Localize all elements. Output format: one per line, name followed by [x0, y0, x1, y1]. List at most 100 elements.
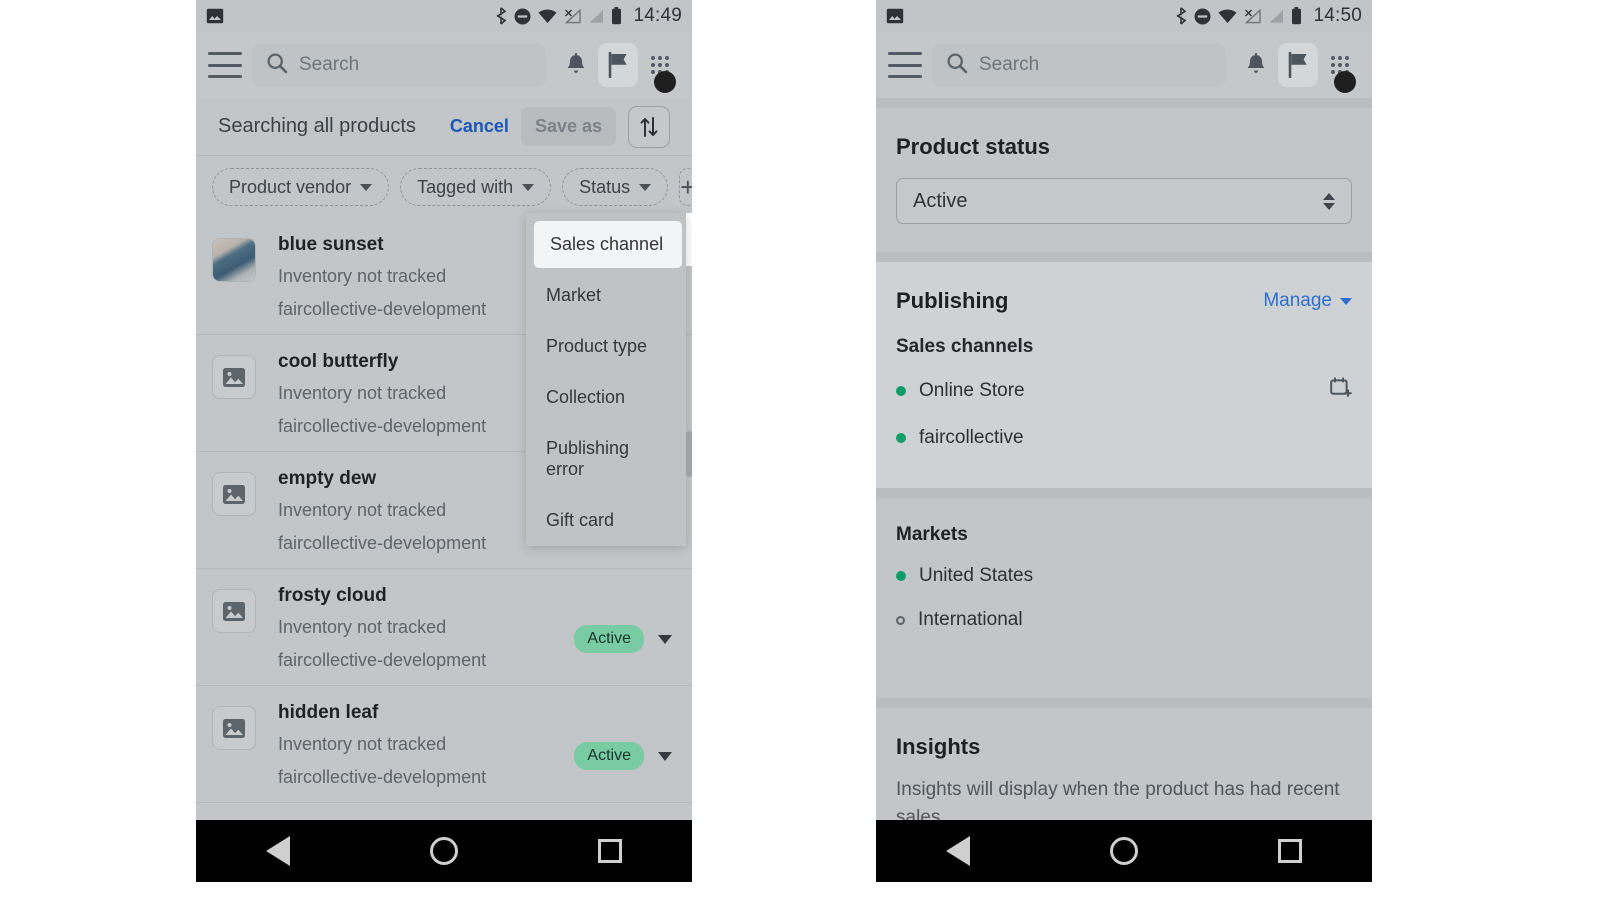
flag-icon[interactable]: [1278, 43, 1318, 87]
wifi-icon: [538, 9, 557, 24]
search-context-bar: Searching all products Cancel Save as: [196, 98, 692, 156]
filter-pill-row: Product vendor Tagged with Status +: [196, 156, 692, 218]
filter-label: Tagged with: [417, 176, 514, 197]
menu-item-market[interactable]: Market: [526, 270, 686, 321]
bluetooth-icon: [1175, 7, 1187, 25]
market-label: International: [918, 609, 1023, 630]
android-nav-bar: [876, 820, 1372, 882]
wifi-icon: [1218, 9, 1237, 24]
image-placeholder-icon: [212, 472, 256, 516]
menu-item-collection[interactable]: Collection: [526, 372, 686, 423]
publishing-card: Publishing Manage Sales channels Online …: [876, 262, 1372, 488]
chevron-down-icon: [1340, 297, 1352, 305]
calendar-add-icon[interactable]: [1330, 377, 1352, 405]
section-divider: [876, 698, 1372, 708]
section-divider: [876, 488, 1372, 498]
recents-square-icon[interactable]: [1278, 839, 1302, 863]
status-dot-published-icon: [896, 386, 906, 396]
sales-channel-label: faircollective: [919, 427, 1024, 448]
recents-square-icon[interactable]: [598, 839, 622, 863]
no-sim-icon: [1244, 8, 1262, 24]
filter-product-vendor[interactable]: Product vendor: [212, 168, 390, 206]
sort-button[interactable]: [628, 105, 670, 148]
status-bar-clock: 14:49: [633, 5, 682, 26]
manage-button[interactable]: Manage: [1263, 290, 1352, 312]
market-international[interactable]: International: [896, 598, 1352, 642]
filter-tagged-with[interactable]: Tagged with: [400, 168, 552, 206]
search-input[interactable]: Search: [252, 44, 546, 86]
bell-icon[interactable]: [556, 43, 596, 87]
right-phone-screen: 14:50 Search Product status Active Publi…: [876, 0, 1372, 882]
chevron-down-icon: [522, 183, 535, 191]
menu-item-product-type[interactable]: Product type: [526, 321, 686, 372]
filter-add-menu: Sales channel Market Product type Collec…: [526, 213, 692, 546]
product-status-select[interactable]: Active: [896, 178, 1352, 224]
save-as-button[interactable]: Save as: [520, 107, 616, 146]
search-placeholder: Search: [979, 54, 1040, 75]
photo-icon: [886, 8, 904, 24]
avatar[interactable]: [1334, 71, 1356, 93]
sales-channels-label: Sales channels: [896, 336, 1034, 357]
back-triangle-icon[interactable]: [266, 836, 290, 866]
home-circle-icon[interactable]: [430, 837, 458, 865]
cell-signal-icon: [588, 9, 604, 24]
sort-arrows-icon: [640, 116, 658, 137]
sales-channel-online-store[interactable]: Online Store: [896, 366, 1352, 416]
search-icon: [266, 52, 288, 79]
app-bar: Search: [196, 32, 692, 98]
publishing-title: Publishing: [896, 288, 1009, 313]
product-status-card: Product status Active: [876, 108, 1372, 252]
do-not-disturb-icon: [514, 8, 531, 25]
status-badge: Active: [574, 742, 644, 770]
image-placeholder-icon: [212, 355, 256, 399]
chevron-down-icon: [360, 183, 373, 191]
screenshot-stage: 14:49 Search Searching all products Canc…: [0, 0, 1600, 900]
battery-icon: [611, 7, 622, 25]
product-status-value: Active: [913, 189, 968, 212]
product-name: hidden leaf: [278, 702, 379, 723]
status-dot-published-icon: [896, 433, 906, 443]
add-filter-button[interactable]: +: [679, 168, 692, 206]
home-circle-icon[interactable]: [1110, 837, 1138, 865]
menu-scrollbar[interactable]: [686, 431, 692, 477]
filter-status[interactable]: Status: [562, 168, 669, 206]
hamburger-icon[interactable]: [208, 52, 242, 78]
status-bar-clock: 14:50: [1313, 5, 1362, 26]
battery-icon: [1291, 7, 1302, 25]
search-input[interactable]: Search: [932, 44, 1226, 86]
markets-title: Markets: [896, 524, 968, 545]
product-vendor: faircollective-development: [278, 650, 487, 670]
market-united-states[interactable]: United States: [896, 554, 1352, 598]
image-placeholder-icon: [212, 589, 256, 633]
menu-item-publishing-error[interactable]: Publishing error: [526, 423, 686, 495]
sales-channel-label: Online Store: [919, 380, 1025, 401]
flag-icon[interactable]: [598, 43, 638, 87]
filter-label: Product vendor: [229, 176, 352, 197]
table-row[interactable]: frosty cloud Inventory not tracked fairc…: [196, 569, 692, 686]
product-detail-scroll: Product status Active Publishing Manage: [876, 98, 1372, 882]
no-sim-icon: [564, 8, 582, 24]
table-row[interactable]: hidden leaf Inventory not tracked fairco…: [196, 686, 692, 803]
product-thumbnail: [212, 238, 256, 282]
chevron-down-icon[interactable]: [658, 634, 672, 644]
hamburger-icon[interactable]: [888, 52, 922, 78]
product-vendor: faircollective-development: [278, 767, 487, 787]
avatar[interactable]: [654, 71, 676, 93]
search-icon: [946, 52, 968, 79]
status-bar: 14:50: [876, 0, 1372, 32]
product-name: frosty cloud: [278, 585, 387, 606]
cancel-button[interactable]: Cancel: [450, 116, 509, 137]
manage-label: Manage: [1263, 290, 1332, 311]
menu-item-sales-channel[interactable]: Sales channel: [534, 221, 682, 268]
chevron-down-icon[interactable]: [658, 751, 672, 761]
filter-label: Status: [579, 176, 631, 197]
sales-channel-faircollective[interactable]: faircollective: [896, 416, 1352, 460]
search-placeholder: Search: [299, 54, 360, 75]
menu-item-gift-card[interactable]: Gift card: [526, 495, 686, 546]
apps-grid-icon[interactable]: [1320, 43, 1360, 93]
section-divider: [876, 252, 1372, 262]
back-triangle-icon[interactable]: [946, 836, 970, 866]
chevron-down-icon: [639, 183, 652, 191]
bell-icon[interactable]: [1236, 43, 1276, 87]
apps-grid-icon[interactable]: [640, 43, 680, 93]
